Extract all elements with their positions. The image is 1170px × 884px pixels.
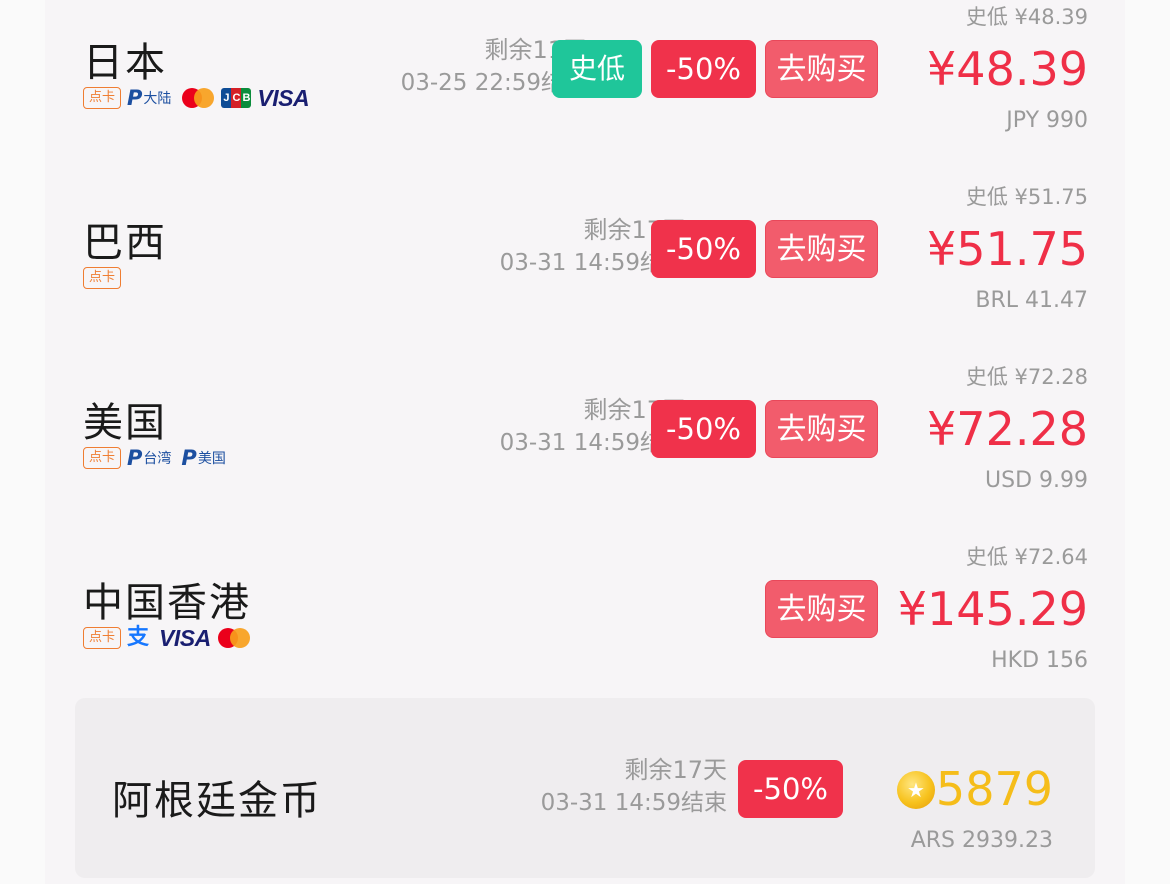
history-low-price: 史低 ¥72.28: [965, 365, 1088, 389]
payment-methods: 点卡 P 台湾 P 美国: [83, 446, 236, 470]
buy-button[interactable]: 去购买: [765, 580, 878, 638]
current-price: ¥72.28: [927, 402, 1088, 456]
buy-button[interactable]: 去购买: [765, 400, 878, 458]
original-price: JPY 990: [1006, 108, 1088, 133]
paypal-region-label: 美国: [197, 451, 226, 467]
mastercard-icon: [181, 88, 215, 108]
region-name: 中国香港: [83, 580, 251, 626]
paypal-region-label: 台湾: [143, 451, 172, 467]
region-row-japan[interactable]: 日本 点卡 P 大陆 JCB VISA 剩余11天 03-25 22:59结束 史…: [45, 0, 1125, 180]
discount-badge: -50%: [651, 40, 756, 98]
visa-icon: VISA: [159, 624, 211, 651]
card-badge: 点卡: [83, 87, 122, 109]
remaining-days: 剩余17天: [624, 756, 727, 784]
discount-badge: -50%: [738, 760, 843, 818]
history-low-badge: 史低: [552, 40, 642, 98]
card-badge: 点卡: [83, 627, 122, 649]
original-price: BRL 41.47: [975, 288, 1088, 313]
payment-methods: 点卡: [83, 266, 127, 290]
jcb-icon: JCB: [221, 88, 252, 108]
price-list-panel: 日本 点卡 P 大陆 JCB VISA 剩余11天 03-25 22:59结束 史…: [45, 0, 1125, 884]
region-row-usa[interactable]: 美国 点卡 P 台湾 P 美国 剩余17天 03-31 14:59结束 -50% 去…: [45, 360, 1125, 540]
region-row-brazil[interactable]: 巴西 点卡 剩余17天 03-31 14:59结束 -50% 去购买 史低 ¥5…: [45, 180, 1125, 360]
price-column: 史低 ¥72.28 ¥72.28 USD 9.99: [927, 360, 1088, 498]
history-low-price: 史低 ¥72.64: [965, 545, 1088, 569]
discount-badge: -50%: [651, 400, 756, 458]
region-name: 巴西: [83, 220, 167, 266]
paypal-icon: P 美国: [181, 445, 226, 470]
history-low-price: 史低 ¥48.39: [965, 5, 1088, 29]
original-price: ARS 2939.23: [910, 828, 1053, 853]
original-price: USD 9.99: [985, 468, 1088, 493]
price-column: 史低 ¥48.39 ¥48.39 JPY 990: [927, 0, 1088, 138]
current-price: ¥145.29: [897, 582, 1088, 636]
region-name: 日本: [83, 40, 167, 86]
original-price: HKD 156: [991, 648, 1088, 673]
buy-button[interactable]: 去购买: [765, 220, 878, 278]
price-column: 史低 ¥51.75 ¥51.75 BRL 41.47: [927, 180, 1088, 318]
coin-amount: 5879: [935, 762, 1053, 816]
paypal-icon: P 台湾: [127, 445, 172, 470]
paypal-icon: P 大陆: [127, 85, 172, 110]
region-row-hong-kong[interactable]: 中国香港 点卡 支 VISA 去购买 史低 ¥72.64 ¥145.29 HKD…: [45, 540, 1125, 720]
region-row-argentina-coins[interactable]: 阿根廷金币 剩余17天 03-31 14:59结束 -50% ★ 5879 AR…: [75, 698, 1095, 878]
visa-icon: VISA: [257, 84, 310, 111]
card-badge: 点卡: [83, 267, 122, 289]
price-column: 史低 ¥72.64 ¥145.29 HKD 156: [898, 540, 1088, 678]
payment-methods: 点卡 P 大陆 JCB VISA: [83, 86, 315, 110]
coin-region-name: 阿根廷金币: [112, 778, 322, 824]
current-price: ¥48.39: [927, 42, 1088, 96]
end-time: 03-31 14:59结束: [540, 790, 727, 816]
current-price: ¥51.75: [927, 222, 1088, 276]
card-badge: 点卡: [83, 447, 122, 469]
mastercard-icon: [217, 628, 251, 648]
region-name: 美国: [83, 400, 167, 446]
discount-badge: -50%: [651, 220, 756, 278]
alipay-icon: 支: [127, 625, 150, 650]
history-low-price: 史低 ¥51.75: [965, 185, 1088, 209]
sale-timer: 剩余17天 03-31 14:59结束: [541, 754, 727, 820]
coin-price-column: 5879 ARS 2939.23: [911, 754, 1053, 858]
buy-button[interactable]: 去购买: [765, 40, 878, 98]
payment-methods: 点卡 支 VISA: [83, 626, 257, 650]
paypal-region-label: 大陆: [143, 91, 172, 107]
